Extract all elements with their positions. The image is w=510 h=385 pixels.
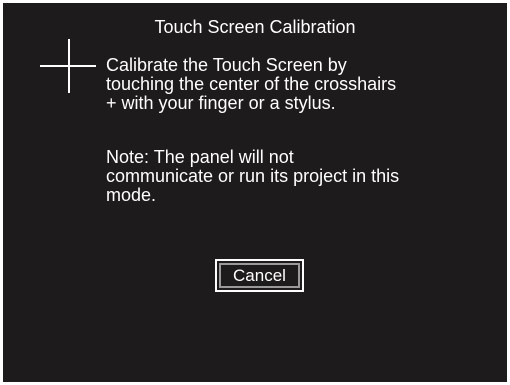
crosshair-icon[interactable] [40,37,100,95]
cancel-button[interactable]: Cancel [215,259,304,292]
instructions-line: + with your finger or a stylus. [106,93,336,113]
cancel-button-label: Cancel [219,263,300,288]
note-line: communicate or run its project in this [106,166,400,186]
page-title: Touch Screen Calibration [154,17,356,37]
note-line: mode. [106,185,157,205]
instructions-line: Calibrate the Touch Screen by [106,55,347,75]
calibration-screen: Touch Screen Calibration Calibrate the T… [3,3,507,382]
crosshair-vertical-line [68,39,70,93]
note-line: Note: The panel will not [106,147,294,167]
instructions-line: touching the center of the crosshairs [106,74,397,94]
note-text: Note: The panel will not communicate or … [106,148,466,205]
instructions-text: Calibrate the Touch Screen by touching t… [106,56,466,113]
